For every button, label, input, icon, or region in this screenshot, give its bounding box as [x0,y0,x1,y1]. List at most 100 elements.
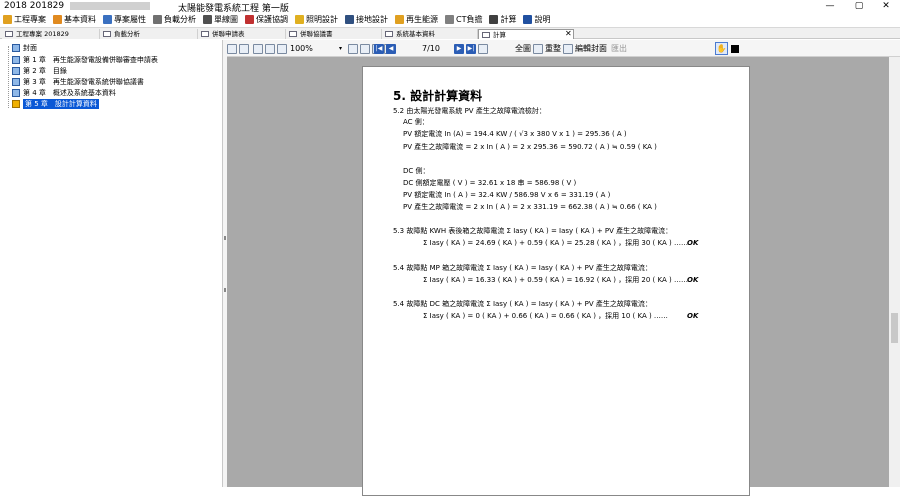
menu-label: 單線圖 [214,14,238,24]
fit-width-icon[interactable] [348,44,358,54]
menu-label: 保護協調 [256,14,288,24]
mp-fault-sum: Σ Iasy ( KA ) = 16.33 ( KA ) + 0.59 ( KA… [423,276,688,284]
section-5-4-mp: 5.4 故障點 MP 箱之故障電流 Σ Iasy ( KA ) = Iasy (… [393,264,652,272]
section-5-2: 5.2 由太陽光發電系統 PV 產生之故障電流檢討： [393,107,546,115]
menu-bar: 工程專案 基本資料 專案屬性 負載分析 單線圖 保護協調 照明設計 接地設計 再生能源 CT負擔 計… [0,12,900,26]
tab-system-data[interactable]: 系統基本資料 [382,29,478,39]
zoom-out-icon[interactable] [277,44,287,54]
tree-label: 第 1 章 再生能源發電設備併聯審查申請表 [23,56,158,64]
close-button[interactable]: ✕ [872,0,900,12]
tab-label: 負載分析 [114,30,140,38]
ct-icon [445,14,454,24]
window-title: 2018 201829 [4,1,65,11]
book-icon [12,67,20,75]
edit-cover-button[interactable]: 編輯封面 [575,43,607,54]
edit-icon[interactable] [563,44,573,54]
redacted-title-block [70,2,150,10]
tab-label: 系統基本資料 [396,30,435,38]
fullscreen-button[interactable]: 全圖 [515,43,531,54]
ground-icon [345,14,354,24]
menu-item-1[interactable]: 基本資料 [53,14,96,25]
dc-rated-current: PV 額定電流 In ( A ) = 32.4 KW / 586.98 V x … [403,191,611,199]
document-icon [289,31,297,37]
first-page-icon[interactable]: |◀ [374,44,384,54]
menu-item-0[interactable]: 工程專案 [3,14,46,25]
menu-item-7[interactable]: 接地設計 [345,14,388,25]
prev-page-icon[interactable]: ◀ [386,44,396,54]
section-5-4-dc: 5.4 故障點 DC 箱之故障電流 Σ Iasy ( KA ) = Iasy (… [393,300,652,308]
pdf-toolbar: 100% ▾ |◀ ◀ 7/10 ▶ ▶| ✋ 全圖 重整 編輯封面 匯出 [227,40,900,57]
print-icon[interactable] [239,44,249,54]
next-page-icon[interactable]: ▶ [454,44,464,54]
tab-label: 併聯協議書 [300,30,333,38]
tab-label: 工程專案 201829 [16,30,69,38]
tree-label: 第 5 章 設計計算資料 [23,99,99,109]
page-indicator[interactable]: 7/10 [422,43,440,54]
tab-project[interactable]: 工程專案 201829 [2,29,100,39]
tree-item-5[interactable]: 第 5 章 設計計算資料 [12,99,99,109]
tree-item-4[interactable]: 第 4 章 概述及系統基本資料 [12,88,116,98]
splitter-grip-icon [224,236,226,240]
menu-item-11[interactable]: 說明 [523,14,550,25]
tree-item-2[interactable]: 第 2 章 目錄 [12,66,67,76]
dc-fault-sum: Σ Iasy ( KA ) = 0 ( KA ) + 0.66 ( KA ) =… [423,312,668,320]
menu-item-8[interactable]: 再生能源 [395,14,438,25]
rotate-icon[interactable] [478,44,488,54]
calculator-icon [489,14,499,24]
menu-item-4[interactable]: 單線圖 [203,14,238,25]
find-icon[interactable] [265,44,275,54]
binoculars-icon[interactable] [253,44,263,54]
chart-icon [153,14,162,24]
fit-page-icon[interactable] [360,44,370,54]
export-button[interactable]: 匯出 [611,43,627,54]
splitter-grip-icon [224,288,226,292]
ac-side-label: AC 側： [403,118,429,126]
energy-icon [395,14,404,24]
menu-item-10[interactable]: 計算 [489,14,516,25]
tab-application[interactable]: 併聯申請表 [198,29,286,39]
tab-label: 計算 [493,31,506,39]
menu-item-5[interactable]: 保護協調 [245,14,288,25]
tree-item-1[interactable]: 第 1 章 再生能源發電設備併聯審查申請表 [12,55,158,65]
tree-label: 第 4 章 概述及系統基本資料 [23,89,116,97]
hand-tool-icon[interactable]: ✋ [715,42,728,55]
menu-label: 說明 [534,14,551,24]
color-swatch-icon[interactable] [731,45,739,53]
ac-fault-current: PV 產生之故障電流 = 2 x In ( A ) = 2 x 295.36 =… [403,143,657,151]
document-tab-bar: 工程專案 201829 負載分析 併聯申請表 併聯協議書 系統基本資料 計算 ✕ [0,27,900,39]
ok-badge: OK [687,239,699,247]
refresh-button[interactable]: 重整 [545,43,561,54]
book-icon [12,89,20,97]
ok-badge: OK [687,276,699,284]
protection-icon [245,14,254,24]
scrollbar-thumb[interactable] [891,313,898,343]
dc-fault-current: PV 產生之故障電流 = 2 x In ( A ) = 2 x 331.19 =… [403,203,657,211]
book-icon [12,100,20,108]
tree-item-3[interactable]: 第 3 章 再生能源發電系統併聯協議書 [12,77,144,87]
document-page: 5. 設計計算資料 5.2 由太陽光發電系統 PV 產生之故障電流檢討： AC … [362,66,750,496]
copy-icon[interactable] [227,44,237,54]
zoom-dropdown-icon[interactable]: ▾ [339,43,342,54]
menu-label: 照明設計 [306,14,338,24]
zoom-level[interactable]: 100% [290,43,313,54]
section-5-3: 5.3 故障點 KWH 表後箱之故障電流 Σ Iasy ( KA ) = Ias… [393,227,673,235]
menu-item-9[interactable]: CT負擔 [445,14,482,25]
title-bar: 2018 201829 太陽能發電系統工程 第一版 — ▢ ✕ [0,0,900,14]
minimize-button[interactable]: — [816,0,844,12]
vertical-scrollbar[interactable] [889,57,900,487]
menu-item-3[interactable]: 負載分析 [153,14,196,25]
last-page-icon[interactable]: ▶| [466,44,476,54]
menu-item-2[interactable]: 專案屬性 [103,14,146,25]
menu-label: 再生能源 [406,14,438,24]
refresh-icon[interactable] [533,44,543,54]
section-heading: 5. 設計計算資料 [393,89,483,103]
maximize-button[interactable]: ▢ [845,0,873,12]
tab-close-icon[interactable]: ✕ [565,29,572,39]
tree-item-0[interactable]: 封面 [12,43,37,53]
tab-agreement[interactable]: 併聯協議書 [286,29,382,39]
tab-calculation[interactable]: 計算 [478,29,574,39]
tab-load-analysis[interactable]: 負載分析 [100,29,198,39]
folder-icon [3,14,12,24]
menu-item-6[interactable]: 照明設計 [295,14,338,25]
project-icon [5,31,13,37]
